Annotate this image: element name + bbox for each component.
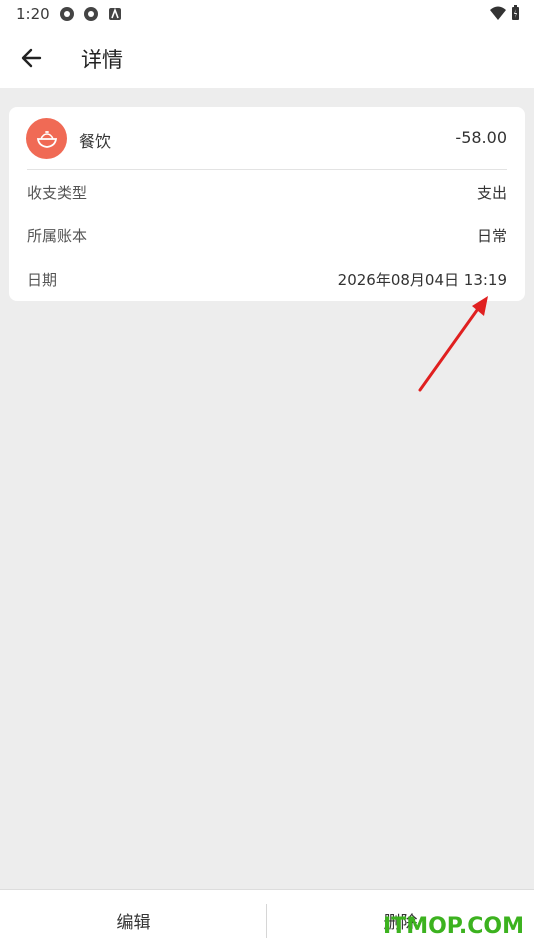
category-row: 餐饮 -58.00 xyxy=(9,107,525,169)
app-a-icon xyxy=(109,7,121,20)
info-row-book: 所属账本 日常 xyxy=(9,221,525,251)
dining-bowl-icon xyxy=(26,118,67,159)
status-time: 1:20 xyxy=(16,5,50,23)
page-title: 详情 xyxy=(81,48,123,72)
divider xyxy=(27,169,507,170)
edit-button[interactable]: 编辑 xyxy=(0,890,267,950)
info-label: 所属账本 xyxy=(27,227,88,245)
record-detail-card: 餐饮 -58.00 收支类型 支出 所属账本 日常 日期 2026年08月04日… xyxy=(9,107,525,301)
info-label: 收支类型 xyxy=(27,184,88,202)
battery-icon xyxy=(512,5,519,20)
info-label: 日期 xyxy=(27,271,58,289)
watermark: ITMOP.COM xyxy=(383,914,524,939)
wifi-icon xyxy=(490,6,506,20)
status-system-icons xyxy=(489,5,520,21)
status-bar: 1:20 xyxy=(0,0,534,28)
aperture-icon xyxy=(84,7,98,21)
info-value: 2026年08月04日 13:19 xyxy=(337,271,507,289)
annotation-arrow xyxy=(418,296,488,392)
info-value: 日常 xyxy=(476,227,507,245)
aperture-icon xyxy=(60,7,74,21)
status-notification-icons xyxy=(58,5,124,23)
category-name: 餐饮 xyxy=(79,132,112,151)
back-arrow-icon[interactable] xyxy=(18,44,46,72)
info-value: 支出 xyxy=(476,184,507,202)
record-amount: -58.00 xyxy=(455,128,507,147)
info-row-type: 收支类型 支出 xyxy=(9,178,525,208)
app-bar: 详情 xyxy=(0,28,534,88)
